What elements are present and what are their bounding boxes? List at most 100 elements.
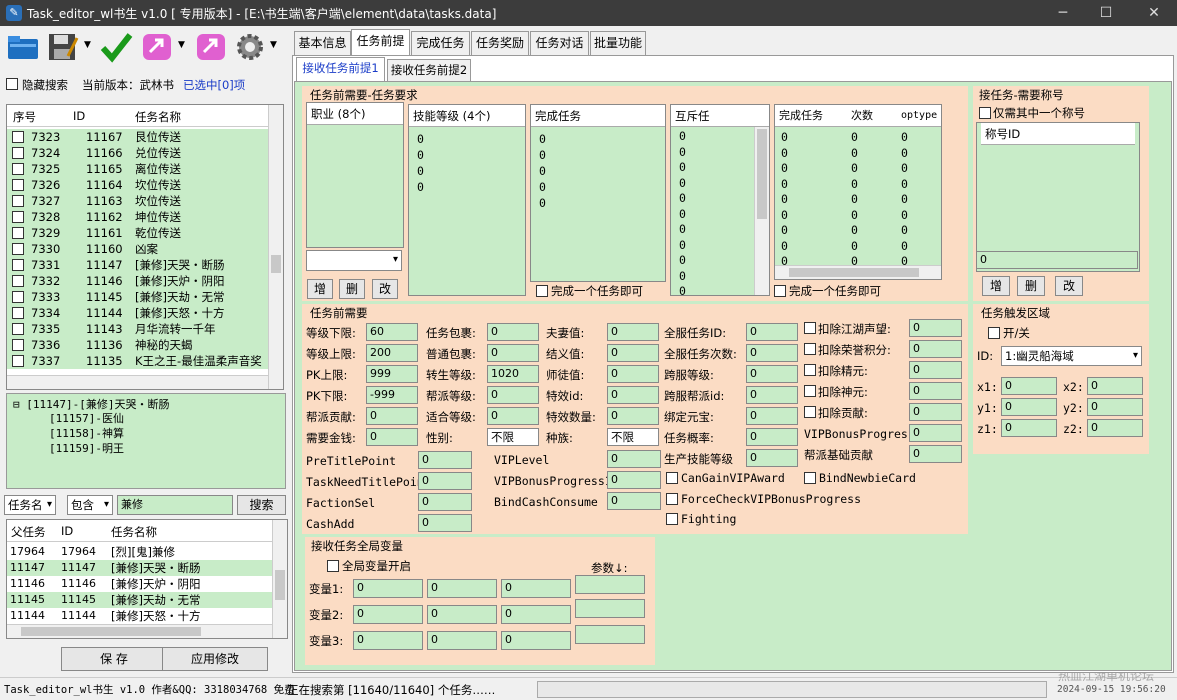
- global-var-input[interactable]: 0: [353, 631, 423, 650]
- minimize-button[interactable]: ─: [1040, 0, 1086, 26]
- row-checkbox[interactable]: [12, 339, 24, 351]
- export-dropdown-icon[interactable]: ▼: [178, 40, 185, 50]
- search-field-select[interactable]: 任务名 ▾: [4, 495, 56, 515]
- global-param-input[interactable]: [575, 599, 645, 618]
- skill-list[interactable]: 技能等级 (4个) 0 0 0 0: [408, 104, 526, 296]
- task-list-hscroll[interactable]: [7, 375, 268, 389]
- task-list-row[interactable]: 7326 11164 坎位传送: [7, 177, 268, 193]
- result-list[interactable]: 父任务 ID 任务名称 17964 17964 [烈][鬼]兼修 11147 11147…: [6, 519, 288, 639]
- job-add-button[interactable]: 增: [307, 279, 333, 299]
- task-tree[interactable]: ⊟ [11147]-[兼修]天哭・断肠 [11157]-医仙 [11158]-神算…: [6, 393, 286, 489]
- c5-checkbox[interactable]: [804, 385, 816, 397]
- c3-input[interactable]: 0: [607, 323, 659, 341]
- flag-checkbox[interactable]: [666, 493, 678, 505]
- global-param-input[interactable]: [575, 625, 645, 644]
- trigger-coord-input[interactable]: 0: [1087, 398, 1143, 416]
- c5-checkbox[interactable]: [804, 343, 816, 355]
- c4-input[interactable]: 0: [746, 407, 798, 425]
- trigger-id-select[interactable]: 1:幽灵船海域 ▾: [1001, 346, 1142, 366]
- c4-input[interactable]: 0: [746, 386, 798, 404]
- c3-input[interactable]: 0: [607, 407, 659, 425]
- search-button[interactable]: 搜索: [237, 495, 286, 515]
- tree-child[interactable]: [11157]-医仙: [49, 410, 124, 426]
- row-checkbox[interactable]: [12, 323, 24, 335]
- title-delete-button[interactable]: 删: [1017, 276, 1045, 296]
- result-row[interactable]: 11146 11146 [兼修]天炉・阴阳: [7, 576, 272, 592]
- global-var-input[interactable]: 0: [501, 631, 571, 650]
- task-list-row[interactable]: 7323 11167 艮位传送: [7, 129, 268, 145]
- maximize-button[interactable]: ☐: [1083, 0, 1129, 26]
- c1-input[interactable]: 0: [366, 428, 418, 446]
- row-checkbox[interactable]: [12, 355, 24, 367]
- title-value-input[interactable]: 0: [976, 251, 1138, 269]
- c5-input[interactable]: 0: [909, 319, 962, 337]
- done-count-hscroll[interactable]: [775, 265, 941, 279]
- global-var-input[interactable]: 0: [427, 605, 497, 624]
- c5-input[interactable]: 0: [909, 361, 962, 379]
- c3-select[interactable]: 不限: [607, 428, 659, 446]
- hide-search-checkbox[interactable]: [6, 76, 18, 90]
- c1-input[interactable]: 60: [366, 323, 418, 341]
- result-vscroll[interactable]: [272, 520, 287, 638]
- task-list-vscroll[interactable]: [268, 105, 283, 389]
- title-list[interactable]: 称号ID: [976, 122, 1140, 272]
- global-var-input[interactable]: 0: [427, 579, 497, 598]
- search-input[interactable]: 兼修: [117, 495, 233, 515]
- row-checkbox[interactable]: [12, 275, 24, 287]
- row-checkbox[interactable]: [12, 147, 24, 159]
- c5-checkbox[interactable]: [804, 406, 816, 418]
- tab-2[interactable]: 完成任务: [411, 31, 470, 55]
- c4-input[interactable]: 0: [746, 323, 798, 341]
- c5-input[interactable]: 0: [909, 382, 962, 400]
- task-list-row[interactable]: 7327 11163 坎位传送: [7, 193, 268, 209]
- c4-input[interactable]: 0: [746, 344, 798, 362]
- guild-base-input[interactable]: 0: [909, 445, 962, 463]
- task-list-row[interactable]: 7331 11147 [兼修]天哭・断肠: [7, 257, 268, 273]
- trigger-coord-input[interactable]: 0: [1087, 419, 1143, 437]
- c4-input[interactable]: 0: [746, 365, 798, 383]
- title-add-button[interactable]: 增: [982, 276, 1010, 296]
- task-list-row[interactable]: 7333 11145 [兼修]天劫・无常: [7, 289, 268, 305]
- task-list-row[interactable]: 7329 11161 乾位传送: [7, 225, 268, 241]
- c7-input[interactable]: 0: [607, 471, 661, 489]
- scroll-thumb[interactable]: [275, 570, 285, 600]
- only-one-title-checkbox[interactable]: [979, 105, 991, 119]
- c4-input[interactable]: 0: [746, 449, 798, 467]
- subtab-0[interactable]: 接收任务前提1: [296, 57, 385, 81]
- task-list-row[interactable]: 7328 11162 坤位传送: [7, 209, 268, 225]
- task-list-row[interactable]: 7324 11166 兑位传送: [7, 145, 268, 161]
- row-checkbox[interactable]: [12, 195, 24, 207]
- global-param-input[interactable]: [575, 575, 645, 594]
- result-hscroll[interactable]: [7, 624, 272, 638]
- row-checkbox[interactable]: [12, 259, 24, 271]
- c6-input[interactable]: 0: [418, 514, 472, 532]
- exclusive-vscroll[interactable]: [754, 127, 769, 295]
- exclusive-list[interactable]: 互斥任 0 0 0 0 0 0 0 0 0 0 0: [670, 104, 770, 298]
- c1-input[interactable]: 200: [366, 344, 418, 362]
- c2-input[interactable]: 0: [487, 386, 539, 404]
- tab-0[interactable]: 基本信息: [294, 31, 351, 55]
- c7-input[interactable]: 0: [607, 450, 661, 468]
- vip-progress-input[interactable]: 0: [909, 424, 962, 442]
- row-checkbox[interactable]: [12, 163, 24, 175]
- global-var-input[interactable]: 0: [427, 631, 497, 650]
- result-row[interactable]: 11145 11145 [兼修]天劫・无常: [7, 592, 272, 608]
- global-var-input[interactable]: 0: [353, 579, 423, 598]
- row-checkbox[interactable]: [12, 243, 24, 255]
- c2-input[interactable]: 0: [487, 323, 539, 341]
- global-var-input[interactable]: 0: [501, 579, 571, 598]
- apply-button[interactable]: 应用修改: [162, 647, 268, 671]
- job-delete-button[interactable]: 删: [339, 279, 365, 299]
- c2-input[interactable]: 0: [487, 407, 539, 425]
- c5-input[interactable]: 0: [909, 340, 962, 358]
- check-icon[interactable]: [99, 30, 133, 64]
- c3-input[interactable]: 0: [607, 386, 659, 404]
- scroll-thumb[interactable]: [789, 268, 919, 277]
- task-list-row[interactable]: 7325 11165 离位传送: [7, 161, 268, 177]
- scroll-thumb[interactable]: [271, 255, 281, 273]
- c2-input[interactable]: 1020: [487, 365, 539, 383]
- result-row[interactable]: 11147 11147 [兼修]天哭・断肠: [7, 560, 272, 576]
- scroll-thumb[interactable]: [757, 129, 767, 219]
- gear-icon[interactable]: [234, 30, 268, 64]
- task-list-row[interactable]: 7330 11160 凶案: [7, 241, 268, 257]
